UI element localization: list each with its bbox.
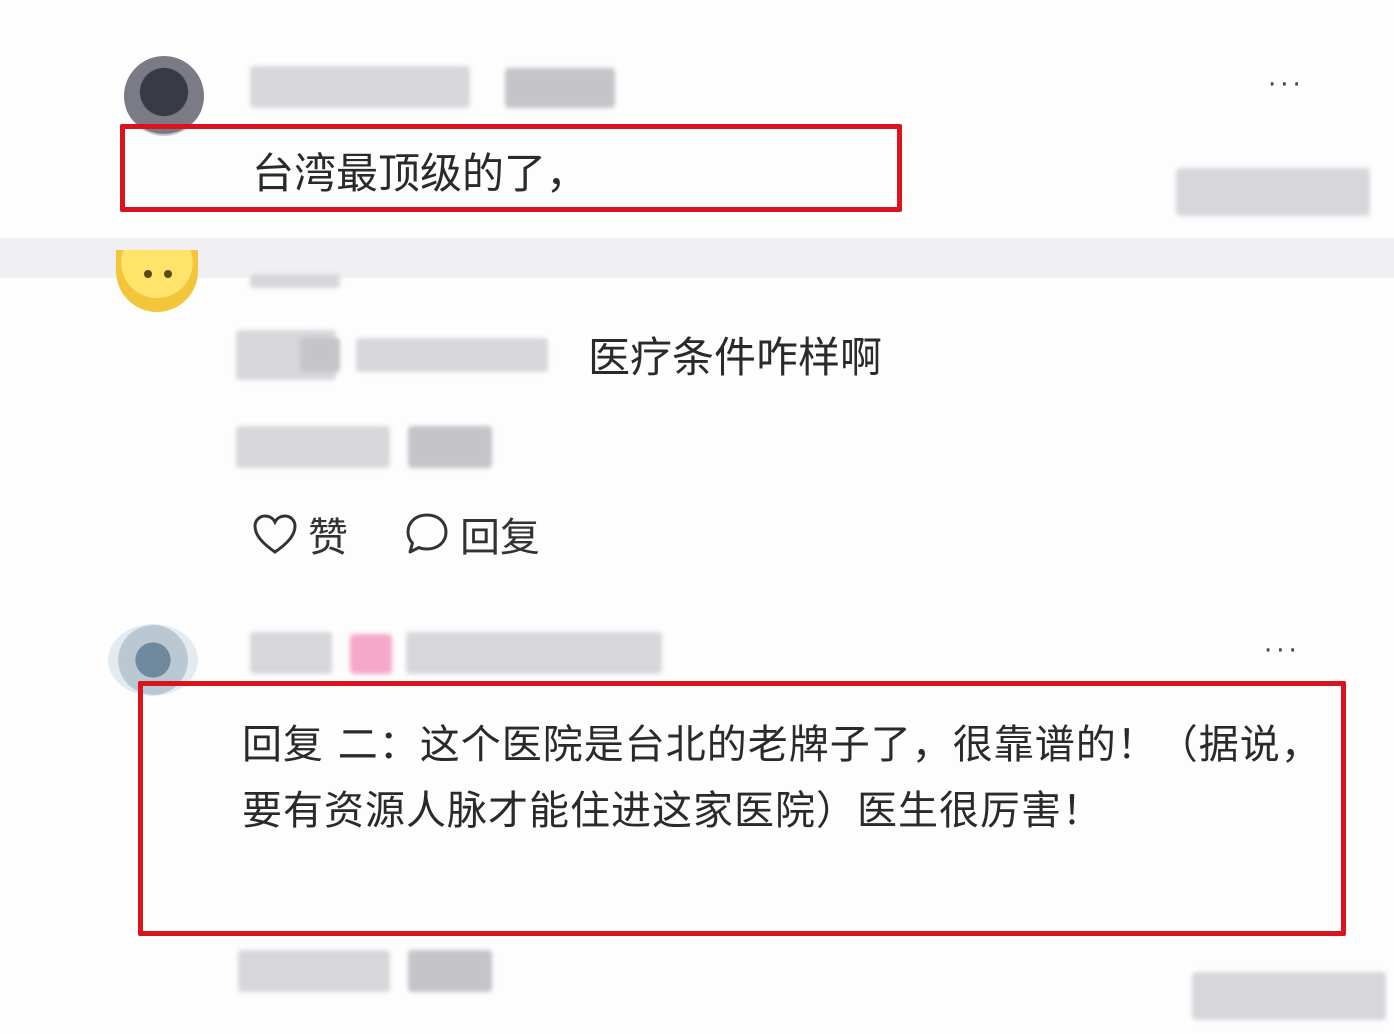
more-dots-icon[interactable]: ··· (1264, 636, 1301, 666)
more-dots-icon[interactable]: ··· (1268, 70, 1305, 100)
blurred-username (250, 274, 340, 288)
reply-label: 回复 (460, 515, 540, 561)
comment-text: 台湾最顶级的了， (252, 149, 589, 198)
blurred-timestamp (238, 950, 390, 992)
blurred-username (250, 632, 332, 674)
blurred-username-badge (350, 634, 392, 674)
comment-actions: 赞 回复 (252, 506, 580, 562)
like-label: 赞 (308, 515, 348, 561)
blurred-reply-target-name (356, 338, 548, 372)
reply-text: 回复 二：这个医院是台北的老牌子了，很靠谱的！（据说，要有资源人脉才能住进这家医… (242, 722, 1322, 834)
comment-text: 医疗条件咋样啊 (588, 333, 883, 382)
blurred-timestamp (1176, 168, 1370, 216)
heart-icon (253, 514, 297, 554)
blurred-username (250, 66, 470, 108)
blurred-location (408, 426, 492, 468)
comment-bubble-icon (406, 513, 448, 554)
blurred-reply-target-detail (300, 338, 340, 372)
blurred-username-suffix (406, 632, 662, 674)
reply-button[interactable]: 回复 (404, 505, 540, 563)
comment-thread-screenshot: ··· 台湾最顶级的了， 医疗条件咋样啊 赞 回复 ··· 回复 二：这个医院是… (0, 0, 1394, 1034)
blurred-meta (1192, 972, 1386, 1020)
blurred-timestamp (236, 426, 390, 468)
blurred-username-suffix (505, 68, 615, 108)
card-separator (0, 238, 1394, 278)
like-button[interactable]: 赞 (252, 505, 348, 563)
blurred-location (408, 950, 492, 992)
